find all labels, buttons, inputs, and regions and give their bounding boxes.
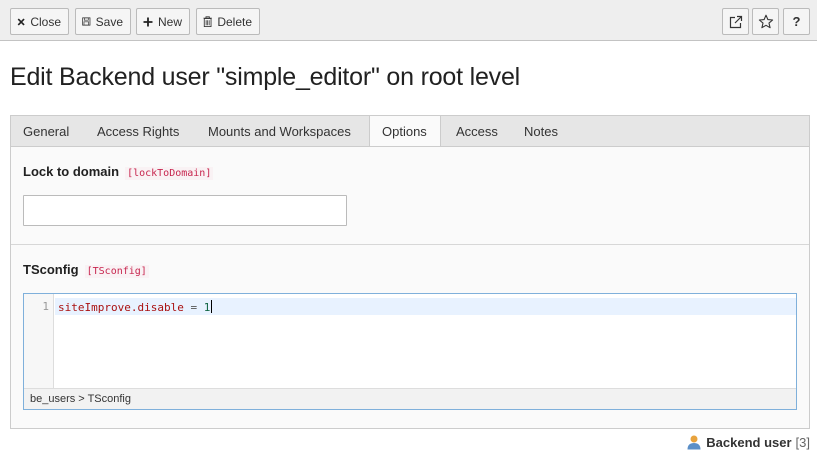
page-title: Edit Backend user "simple_editor" on roo… xyxy=(10,63,521,91)
record-id: [3] xyxy=(795,434,810,450)
tab-options[interactable]: Options xyxy=(369,115,441,148)
field-label-text: Lock to domain xyxy=(23,164,120,179)
tab-label: Access Rights xyxy=(97,124,180,139)
tab-general[interactable]: General xyxy=(23,116,69,147)
tab-label: Options xyxy=(382,124,427,139)
open-in-new-window-button[interactable] xyxy=(722,8,749,35)
tab-notes[interactable]: Notes xyxy=(524,116,558,147)
record-footer: Backend user [3] xyxy=(686,434,810,450)
help-button[interactable]: ? xyxy=(783,8,810,35)
tsconfig-code-editor[interactable]: 1 siteImprove.disable = 1 be_users > TSc… xyxy=(23,293,797,410)
plus-icon xyxy=(143,17,153,26)
code-line[interactable]: siteImprove.disable = 1 xyxy=(58,300,213,314)
star-icon xyxy=(758,14,773,28)
line-number-gutter: 1 xyxy=(24,294,54,388)
trash-icon xyxy=(203,16,212,28)
open-in-new-window-icon xyxy=(729,15,742,28)
save-button-label: Save xyxy=(95,14,123,29)
docheader-toolbar: Close Save New Delete ? xyxy=(0,0,817,41)
delete-button-label: Delete xyxy=(217,14,252,29)
bookmark-button[interactable] xyxy=(752,8,779,35)
lock-to-domain-label: Lock to domain [lockToDomain] xyxy=(23,164,214,180)
tab-label: Mounts and Workspaces xyxy=(208,124,351,139)
delete-button[interactable]: Delete xyxy=(196,8,260,35)
code-property: siteImprove.disable xyxy=(58,301,184,314)
tab-label: General xyxy=(23,124,70,139)
field-name-code: [lockToDomain] xyxy=(125,167,214,180)
tab-mounts-and-workspaces[interactable]: Mounts and Workspaces xyxy=(208,116,351,147)
field-name-code: [TSconfig] xyxy=(84,265,149,278)
record-type: Backend user xyxy=(706,434,792,450)
line-number: 1 xyxy=(42,300,49,313)
code-operator: = xyxy=(183,301,204,314)
close-button-label: Close xyxy=(30,14,61,29)
help-button-label: ? xyxy=(792,14,801,29)
close-button[interactable]: Close xyxy=(10,8,69,35)
tab-access-rights[interactable]: Access Rights xyxy=(97,116,179,147)
new-button-label: New xyxy=(157,14,182,29)
close-icon xyxy=(17,18,25,25)
save-icon xyxy=(82,17,91,26)
editor-statusbar: be_users > TSconfig xyxy=(24,388,796,409)
backend-user-icon xyxy=(687,435,701,450)
tab-panel-options: Lock to domain [lockToDomain] TSconfig [… xyxy=(10,146,810,429)
field-label-text: TSconfig xyxy=(23,262,79,277)
code-value: 1 xyxy=(203,301,211,314)
tab-label: Notes xyxy=(524,124,558,139)
new-button[interactable]: New xyxy=(136,8,190,35)
tab-label: Access xyxy=(456,124,498,139)
section-divider xyxy=(11,244,809,245)
tsconfig-label: TSconfig [TSconfig] xyxy=(23,262,149,278)
tab-bar: General Access Rights Mounts and Workspa… xyxy=(10,115,810,148)
lock-to-domain-input[interactable] xyxy=(23,195,347,226)
tab-access[interactable]: Access xyxy=(456,116,498,147)
save-button[interactable]: Save xyxy=(75,8,131,35)
text-cursor xyxy=(211,300,213,313)
